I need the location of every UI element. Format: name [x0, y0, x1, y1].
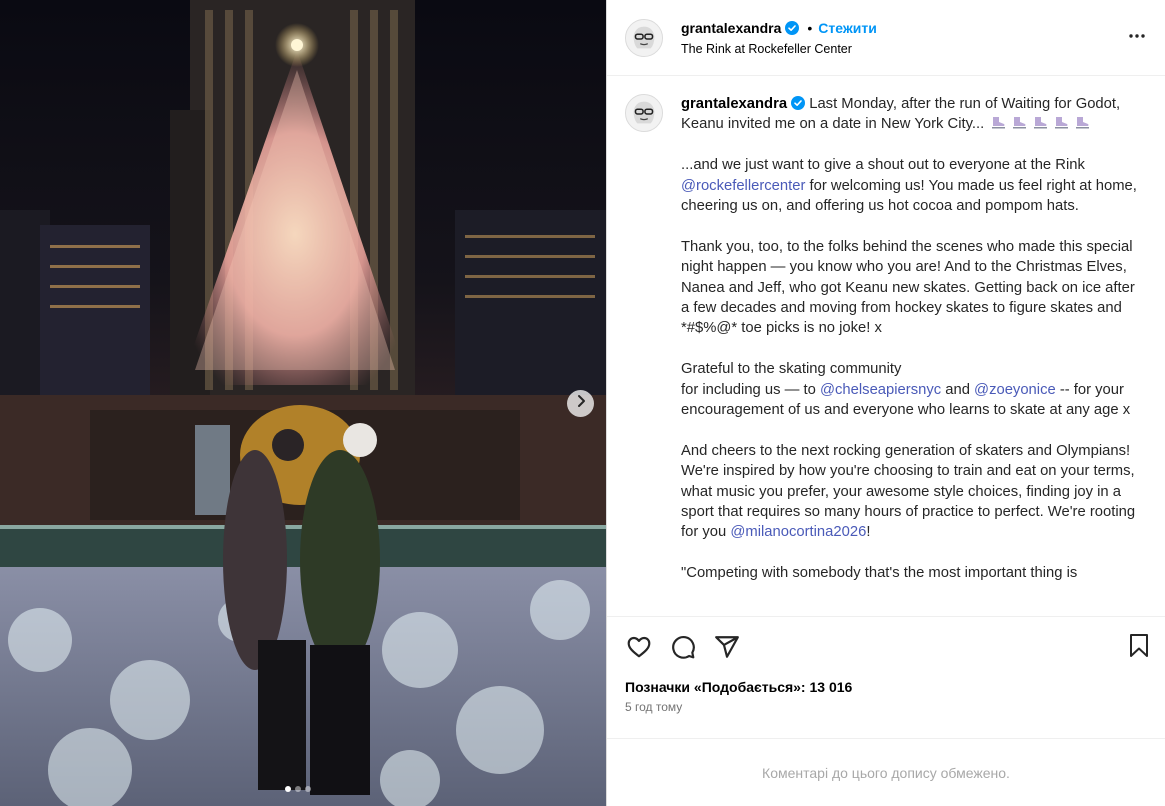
- caption-area: grantalexandra Last Monday, after the ru…: [607, 76, 1165, 616]
- caption-text: !: [866, 524, 871, 541]
- ice-skate-emoji: [1032, 116, 1049, 130]
- post-caption: grantalexandra Last Monday, after the ru…: [681, 94, 1141, 616]
- carousel-dot: [305, 786, 311, 792]
- mention-link[interactable]: @milanocortina2026: [730, 524, 866, 540]
- caption-text: Thank you, too, to the folks behind the …: [681, 238, 1135, 337]
- post-photo: [0, 0, 606, 806]
- avatar[interactable]: [625, 94, 663, 132]
- ice-skate-emoji: [1053, 116, 1070, 130]
- carousel-next-button[interactable]: [567, 390, 594, 417]
- photo-illustration: [0, 0, 606, 806]
- caption-username[interactable]: grantalexandra: [681, 96, 787, 112]
- mention-link[interactable]: @chelseapiersnyc: [820, 382, 941, 398]
- verified-badge-icon: [791, 96, 806, 110]
- comments-disabled-notice: Коментарі до цього допису обмежено.: [607, 738, 1165, 806]
- post-location[interactable]: The Rink at Rockefeller Center: [681, 42, 877, 56]
- bookmark-icon[interactable]: [1127, 633, 1151, 664]
- post-author-username[interactable]: grantalexandra: [681, 20, 781, 36]
- carousel-indicator: [285, 786, 311, 792]
- separator-dot: •: [807, 19, 813, 36]
- comment-icon[interactable]: [669, 633, 697, 661]
- caption-text: "Competing with somebody that's the most…: [681, 565, 1078, 582]
- action-bar: [607, 616, 1165, 676]
- verified-badge-icon: [785, 20, 800, 35]
- carousel-dot: [285, 786, 291, 792]
- likes-count[interactable]: Позначки «Подобається»: 13 016: [607, 676, 1165, 698]
- avatar[interactable]: [625, 18, 663, 57]
- caption-text: Grateful to the skating community: [681, 361, 902, 378]
- caption-text: ...and we just want to give a shout out …: [681, 157, 1085, 174]
- post-panel: grantalexandra • Стежити The Rink at Roc…: [607, 0, 1165, 806]
- ice-skate-emoji: [990, 116, 1007, 130]
- post-header: grantalexandra • Стежити The Rink at Roc…: [607, 0, 1165, 76]
- ice-skate-emoji: [1074, 116, 1091, 130]
- mention-link[interactable]: @zoeyonice: [974, 382, 1056, 398]
- post-timestamp[interactable]: 5 год тому: [607, 700, 1165, 718]
- mention-link[interactable]: @rockefellercenter: [681, 178, 805, 194]
- follow-button[interactable]: Стежити: [818, 20, 877, 36]
- caption-text: for including us — to: [681, 381, 820, 398]
- ice-skate-emoji: [1011, 116, 1028, 130]
- chevron-right-icon: [574, 394, 588, 413]
- caption-text: and: [941, 381, 975, 398]
- carousel-dot: [295, 786, 301, 792]
- share-icon[interactable]: [713, 633, 741, 661]
- more-options-icon[interactable]: [1127, 26, 1147, 51]
- heart-icon[interactable]: [625, 633, 653, 661]
